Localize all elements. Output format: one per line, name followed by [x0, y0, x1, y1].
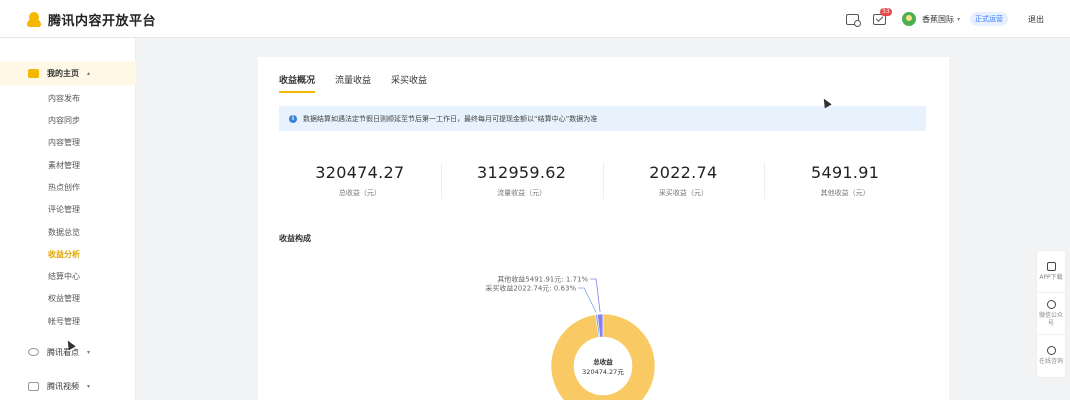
wechat-account-button[interactable]: 微信公众号 — [1037, 293, 1065, 335]
sidebar-group-label: 我的主页 — [47, 68, 79, 78]
sidebar-group-label: 腾讯视频 — [47, 381, 79, 391]
sidebar-group-video[interactable]: 腾讯视频 ▾ — [0, 374, 136, 398]
sidebar-item-content-manage[interactable]: 内容管理 — [48, 137, 80, 149]
donut-center-value: 320474.27元 — [582, 368, 624, 376]
app-download-button[interactable]: APP下载 — [1037, 251, 1065, 293]
calendar-icon[interactable] — [845, 13, 861, 27]
online-consult-button[interactable]: 在线咨询 — [1037, 335, 1065, 377]
pie-label-leader — [578, 287, 597, 313]
sidebar-item-hot-create[interactable]: 热点创作 — [48, 182, 80, 194]
sidebar-item-data-overview[interactable]: 数据总览 — [48, 227, 80, 239]
phone-icon — [1046, 261, 1056, 271]
revenue-card: 收益概况 流量收益 采买收益 i 数据结算如遇法定节假日则顺延至节后第一工作日，… — [258, 57, 949, 400]
avatar[interactable] — [901, 12, 916, 26]
platform-logo[interactable]: 腾讯内容开放平台 — [27, 10, 156, 29]
donut-center — [574, 337, 632, 395]
sidebar-item-material-manage[interactable]: 素材管理 — [48, 160, 80, 172]
sidebar-item-rights-manage[interactable]: 权益管理 — [48, 293, 80, 305]
chevron-down-icon: ▾ — [87, 348, 91, 356]
logo-text: 腾讯内容开放平台 — [48, 14, 157, 29]
sidebar-item-revenue-analysis[interactable]: 收益分析 — [48, 249, 80, 261]
top-right-actions: 33 香蕉国际 ▾ 正式运营 退出 — [832, 0, 1070, 38]
float-label: 在线咨询 — [1039, 358, 1064, 365]
sidebar-group-label: 腾讯看点 — [47, 347, 79, 357]
sidebar-item-content-sync[interactable]: 内容同步 — [48, 115, 80, 127]
eye-icon — [28, 348, 39, 356]
pie-slice-label: 采买收益2022.74元: 0.63% — [485, 284, 576, 293]
pie-label-leader — [590, 278, 601, 313]
account-status-badge: 正式运营 — [970, 12, 1008, 26]
message-icon[interactable]: 33 — [872, 7, 892, 25]
pie-slice-label: 其他收益5491.91元: 1.71% — [497, 275, 588, 284]
user-name[interactable]: 香蕉国际 — [922, 14, 954, 25]
sidebar-item-content-publish[interactable]: 内容发布 — [48, 93, 80, 105]
revenue-composition-chart: 其他收益5491.91元: 1.71%采买收益2022.74元: 0.63% 总收… — [485, 275, 656, 400]
headset-icon — [1046, 346, 1056, 355]
chevron-up-icon: ▴ — [87, 69, 91, 77]
chevron-down-icon: ▾ — [87, 382, 91, 390]
video-icon — [28, 381, 39, 391]
top-bar: 腾讯内容开放平台 33 香蕉国际 ▾ 正式运营 退出 — [0, 0, 1070, 38]
float-label: APP下载 — [1039, 273, 1063, 281]
penguin-logo-icon — [27, 11, 41, 28]
logout-button[interactable]: 退出 — [1028, 14, 1044, 25]
chevron-down-icon[interactable]: ▾ — [957, 16, 960, 23]
sidebar-item-settlement[interactable]: 结算中心 — [48, 271, 80, 283]
donut-center-label: 总收益 — [593, 357, 613, 366]
float-label: 微信公众号 — [1039, 311, 1064, 327]
sidebar-group-home[interactable]: 我的主页 ▴ — [0, 61, 136, 85]
notification-badge: 33 — [879, 7, 892, 16]
home-icon — [28, 68, 39, 78]
sidebar-item-account-manage[interactable]: 帐号管理 — [48, 316, 80, 328]
wechat-icon — [1046, 299, 1056, 309]
sidebar-item-comment-manage[interactable]: 评论管理 — [48, 204, 80, 216]
floating-toolbar: APP下载 微信公众号 在线咨询 — [1036, 250, 1066, 378]
